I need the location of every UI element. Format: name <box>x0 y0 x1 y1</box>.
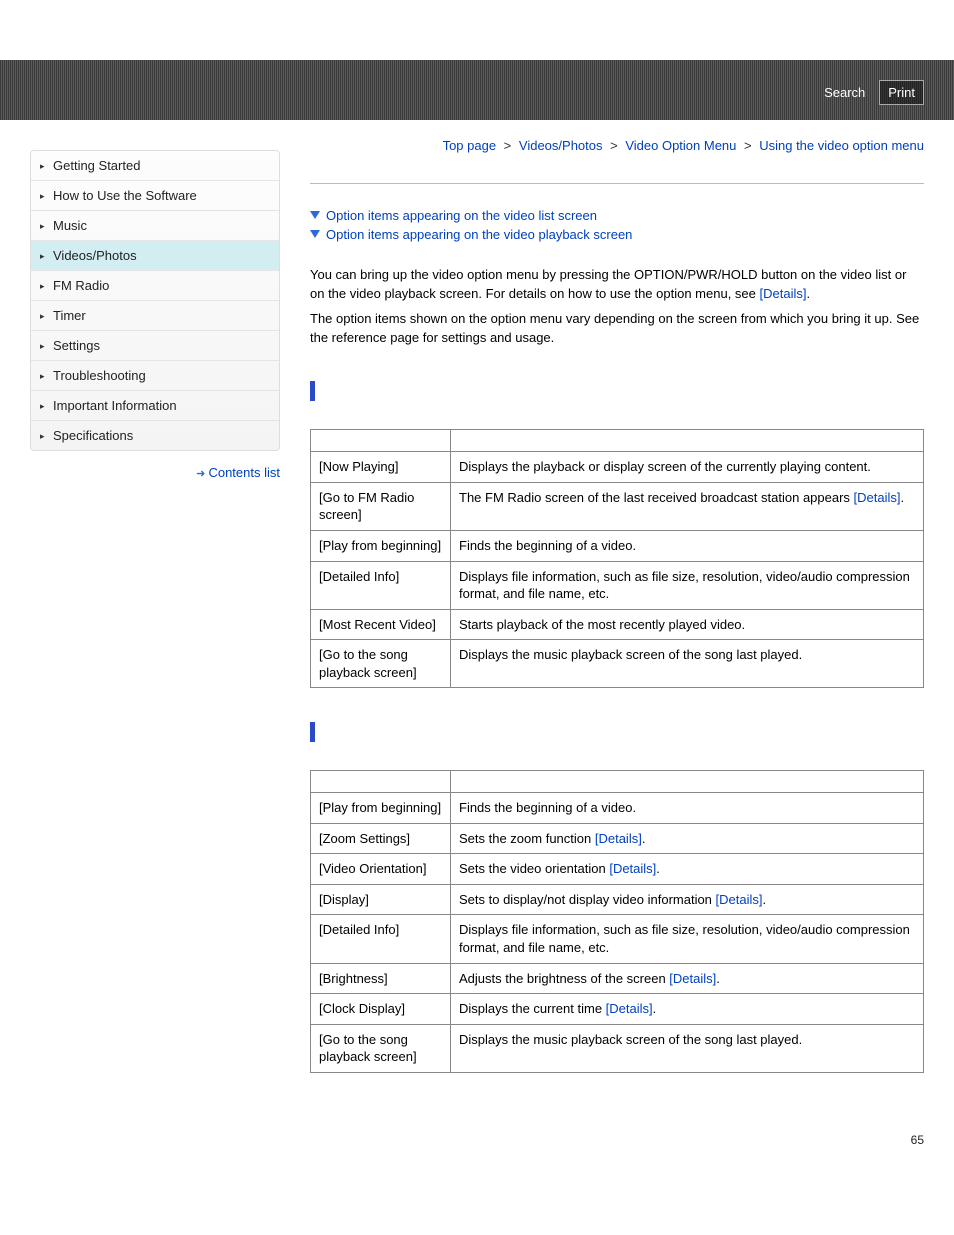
table-row: [Play from beginning]Finds the beginning… <box>311 531 924 562</box>
table2-item-desc: Displays file information, such as file … <box>451 915 924 963</box>
details-link[interactable]: [Details] <box>716 892 763 907</box>
sidebar-item-how-to-use-the-software[interactable]: How to Use the Software <box>31 181 279 211</box>
sidebar-item-music[interactable]: Music <box>31 211 279 241</box>
table2-item-name: [Detailed Info] <box>311 915 451 963</box>
table2-head-0 <box>311 771 451 793</box>
divider <box>310 183 924 184</box>
table2-head-1 <box>451 771 924 793</box>
table-row: [Most Recent Video]Starts playback of th… <box>311 609 924 640</box>
breadcrumb-link[interactable]: Videos/Photos <box>519 138 603 153</box>
details-link[interactable]: [Details] <box>760 286 807 301</box>
details-link[interactable]: [Details] <box>854 490 901 505</box>
sidebar-item-videos-photos[interactable]: Videos/Photos <box>31 241 279 271</box>
table2-item-name: [Clock Display] <box>311 994 451 1025</box>
anchor-links: Option items appearing on the video list… <box>310 208 924 242</box>
table2-item-name: [Display] <box>311 884 451 915</box>
intro-paragraph-2: The option items shown on the option men… <box>310 310 924 348</box>
option-table-playback-screen: [Play from beginning]Finds the beginning… <box>310 770 924 1072</box>
breadcrumb-separator: > <box>607 138 622 153</box>
table1-item-name: [Play from beginning] <box>311 531 451 562</box>
table-row: [Go to the song playback screen]Displays… <box>311 640 924 688</box>
table1-item-desc: Starts playback of the most recently pla… <box>451 609 924 640</box>
table-row: [Go to the song playback screen]Displays… <box>311 1024 924 1072</box>
table-row: [Display]Sets to display/not display vid… <box>311 884 924 915</box>
table-row: [Now Playing]Displays the playback or di… <box>311 452 924 483</box>
table2-item-desc: Displays the music playback screen of th… <box>451 1024 924 1072</box>
table-row: [Play from beginning]Finds the beginning… <box>311 793 924 824</box>
breadcrumb-link[interactable]: Video Option Menu <box>625 138 736 153</box>
breadcrumb-link[interactable]: Top page <box>443 138 497 153</box>
intro-paragraph-1: You can bring up the video option menu b… <box>310 266 924 304</box>
table-row: [Detailed Info]Displays file information… <box>311 561 924 609</box>
sidebar-item-troubleshooting[interactable]: Troubleshooting <box>31 361 279 391</box>
table-row: [Video Orientation]Sets the video orient… <box>311 854 924 885</box>
breadcrumb: Top page > Videos/Photos > Video Option … <box>310 138 924 153</box>
table2-item-name: [Zoom Settings] <box>311 823 451 854</box>
section-marker-2 <box>310 722 315 742</box>
nav-list: Getting StartedHow to Use the SoftwareMu… <box>30 150 280 451</box>
table1-item-name: [Go to the song playback screen] <box>311 640 451 688</box>
table1-item-name: [Most Recent Video] <box>311 609 451 640</box>
sidebar: Getting StartedHow to Use the SoftwareMu… <box>30 150 280 1147</box>
table1-item-name: [Now Playing] <box>311 452 451 483</box>
anchor-link-playback-screen[interactable]: Option items appearing on the video play… <box>310 227 924 242</box>
sidebar-item-important-information[interactable]: Important Information <box>31 391 279 421</box>
table1-item-desc: Displays file information, such as file … <box>451 561 924 609</box>
main-content: Top page > Videos/Photos > Video Option … <box>310 130 924 1147</box>
header-band: Search Print <box>0 60 954 120</box>
sidebar-item-fm-radio[interactable]: FM Radio <box>31 271 279 301</box>
table1-item-desc: The FM Radio screen of the last received… <box>451 482 924 530</box>
table-row: [Zoom Settings]Sets the zoom function [D… <box>311 823 924 854</box>
sidebar-item-specifications[interactable]: Specifications <box>31 421 279 450</box>
details-link[interactable]: [Details] <box>669 971 716 986</box>
table1-item-name: [Detailed Info] <box>311 561 451 609</box>
table2-item-name: [Play from beginning] <box>311 793 451 824</box>
table1-item-desc: Displays the playback or display screen … <box>451 452 924 483</box>
details-link[interactable]: [Details] <box>609 861 656 876</box>
table1-head-0 <box>311 430 451 452</box>
option-table-list-screen: [Now Playing]Displays the playback or di… <box>310 429 924 688</box>
print-button[interactable]: Print <box>879 80 924 105</box>
details-link[interactable]: [Details] <box>595 831 642 846</box>
sidebar-item-timer[interactable]: Timer <box>31 301 279 331</box>
sidebar-item-settings[interactable]: Settings <box>31 331 279 361</box>
table1-item-desc: Displays the music playback screen of th… <box>451 640 924 688</box>
contents-list-link[interactable]: Contents list <box>30 465 280 480</box>
table1-item-desc: Finds the beginning of a video. <box>451 531 924 562</box>
table-row: [Clock Display]Displays the current time… <box>311 994 924 1025</box>
table2-item-desc: Sets the zoom function [Details]. <box>451 823 924 854</box>
breadcrumb-separator: > <box>500 138 515 153</box>
breadcrumb-separator: > <box>740 138 755 153</box>
table-row: [Brightness]Adjusts the brightness of th… <box>311 963 924 994</box>
intro-text-1a: You can bring up the video option menu b… <box>310 267 906 301</box>
table2-item-name: [Brightness] <box>311 963 451 994</box>
anchor-link-list-screen[interactable]: Option items appearing on the video list… <box>310 208 924 223</box>
table2-item-desc: Sets to display/not display video inform… <box>451 884 924 915</box>
table2-item-desc: Sets the video orientation [Details]. <box>451 854 924 885</box>
table1-head-1 <box>451 430 924 452</box>
search-button[interactable]: Search <box>816 81 873 104</box>
sidebar-item-getting-started[interactable]: Getting Started <box>31 151 279 181</box>
table-row: [Detailed Info]Displays file information… <box>311 915 924 963</box>
breadcrumb-current: Using the video option menu <box>759 138 924 153</box>
table1-body: [Now Playing]Displays the playback or di… <box>311 452 924 688</box>
table2-item-name: [Video Orientation] <box>311 854 451 885</box>
table2-item-desc: Displays the current time [Details]. <box>451 994 924 1025</box>
table2-item-desc: Finds the beginning of a video. <box>451 793 924 824</box>
section-marker-1 <box>310 381 315 401</box>
header-controls: Search Print <box>816 80 924 105</box>
intro-text-1b: . <box>806 286 810 301</box>
details-link[interactable]: [Details] <box>606 1001 653 1016</box>
table2-body: [Play from beginning]Finds the beginning… <box>311 793 924 1072</box>
table2-item-desc: Adjusts the brightness of the screen [De… <box>451 963 924 994</box>
page-number: 65 <box>310 1133 924 1147</box>
table2-item-name: [Go to the song playback screen] <box>311 1024 451 1072</box>
table1-item-name: [Go to FM Radio screen] <box>311 482 451 530</box>
table-row: [Go to FM Radio screen]The FM Radio scre… <box>311 482 924 530</box>
